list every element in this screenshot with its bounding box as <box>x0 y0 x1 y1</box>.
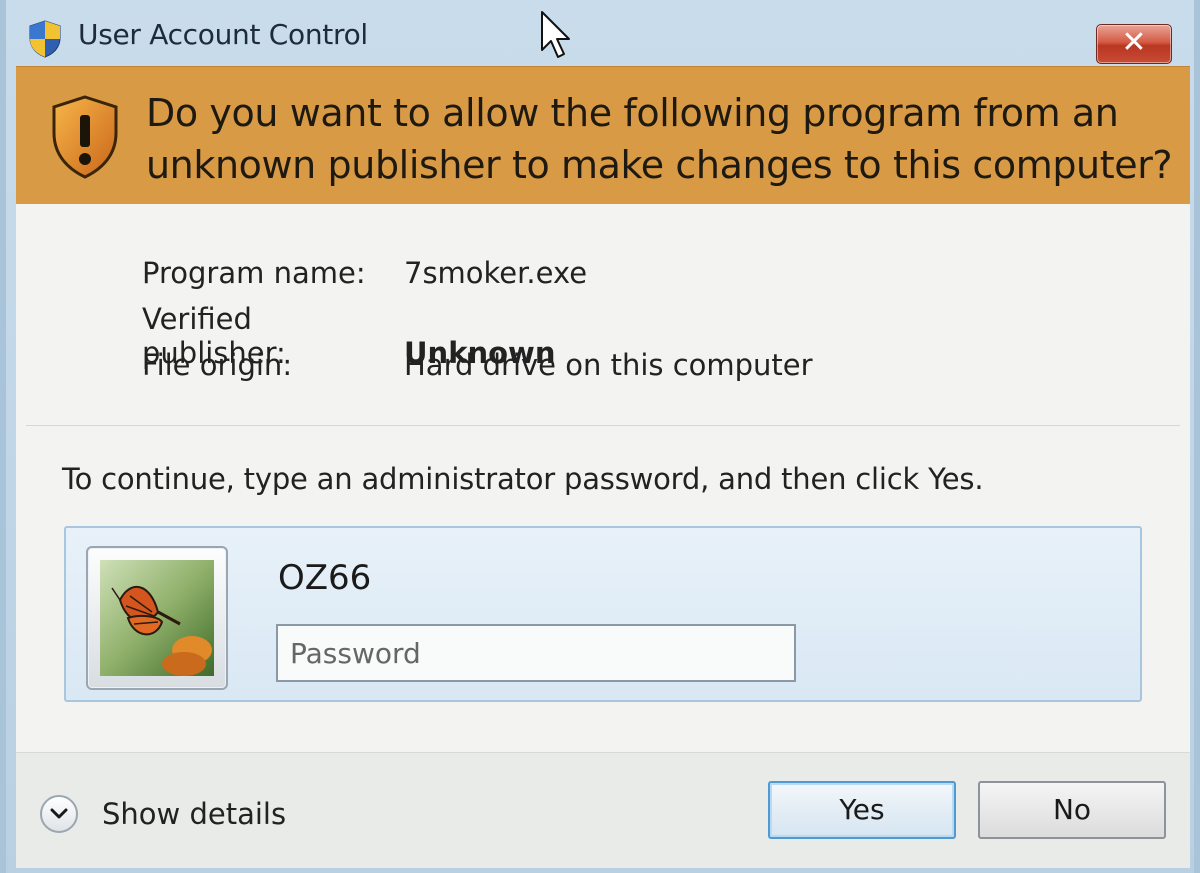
dialog-content: Program name: 7smoker.exe Verified publis… <box>16 204 1190 752</box>
close-button[interactable]: ✕ <box>1096 24 1172 64</box>
credential-tile[interactable]: OZ66 <box>64 526 1142 702</box>
username: OZ66 <box>278 558 372 598</box>
uac-question: Do you want to allow the following progr… <box>146 91 1173 187</box>
program-name-label: Program name: <box>142 256 366 290</box>
show-details-button[interactable]: Show details <box>40 795 286 833</box>
chevron-down-icon[interactable] <box>40 795 78 833</box>
yes-button[interactable]: Yes <box>768 781 956 839</box>
dialog-footer: Show details Yes No <box>16 752 1190 868</box>
program-name-row: Program name: 7smoker.exe <box>142 256 587 290</box>
butterfly-avatar-icon <box>100 560 214 676</box>
warning-shield-icon <box>52 95 118 179</box>
no-button[interactable]: No <box>978 781 1166 839</box>
title-bar: User Account Control ✕ <box>6 0 1194 66</box>
divider <box>26 425 1180 426</box>
file-origin-value: Hard drive on this computer <box>404 348 813 382</box>
mouse-pointer-icon <box>541 11 570 58</box>
program-name-value: 7smoker.exe <box>404 256 588 290</box>
show-details-label[interactable]: Show details <box>102 797 286 831</box>
warning-banner: Do you want to allow the following progr… <box>16 66 1190 205</box>
avatar <box>86 546 228 690</box>
file-origin-label: File origin: <box>142 348 293 382</box>
uac-dialog-window: User Account Control ✕ Do you want to al… <box>0 0 1200 873</box>
uac-shield-icon <box>29 20 61 58</box>
window-title: User Account Control <box>78 18 368 51</box>
file-origin-row: File origin: Hard drive on this computer <box>142 348 813 382</box>
credential-instruction: To continue, type an administrator passw… <box>62 462 984 496</box>
password-field[interactable] <box>276 624 796 682</box>
